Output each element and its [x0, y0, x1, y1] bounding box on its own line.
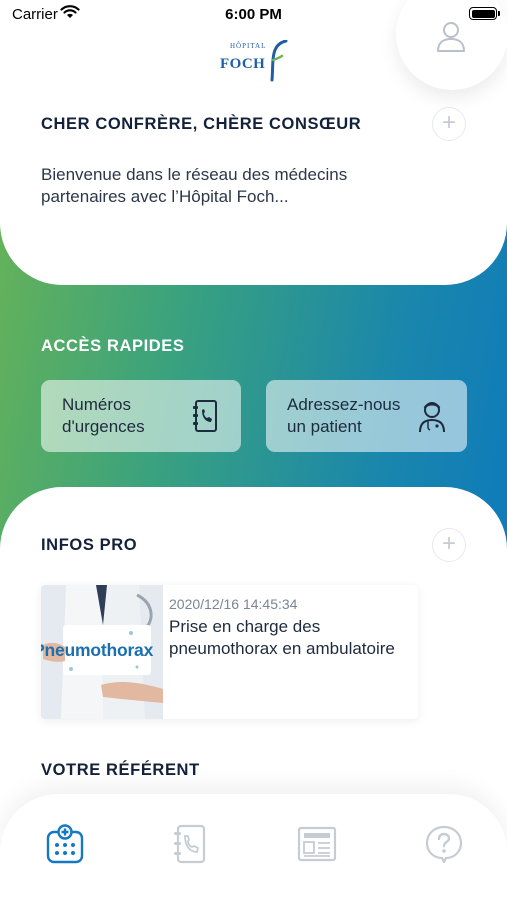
welcome-card: HÔPITAL FOCH CHER CONFRÈRE, CHÈRE CONSŒU…: [0, 0, 507, 285]
emergency-numbers-label: Numéros d'urgences: [62, 395, 145, 436]
phone-book-icon: [174, 824, 206, 864]
battery-icon: [469, 7, 500, 20]
logo-name: FOCH: [220, 56, 266, 72]
logo-f-swoosh-icon: [270, 40, 288, 82]
status-bar: Carrier 6:00 PM: [0, 0, 507, 28]
hospital-calendar-icon: [46, 824, 84, 864]
status-time: 6:00 PM: [225, 6, 282, 23]
doctor-icon: [419, 402, 445, 433]
news-title: Prise en charge des pneumothorax en ambu…: [169, 617, 395, 658]
phone-book-icon: [193, 400, 217, 432]
tab-phone-book[interactable]: [170, 824, 210, 864]
emergency-numbers-card[interactable]: Numéros d'urgences: [41, 380, 241, 452]
news-date: 2020/12/16 14:45:34: [169, 596, 298, 612]
news-icon: [297, 826, 337, 862]
refer-patient-card[interactable]: Adressez-nous un patient: [266, 380, 467, 452]
logo-small-text: HÔPITAL: [230, 42, 267, 50]
news-thumbnail-text: Pneumothorax: [41, 640, 154, 660]
referent-title: VOTRE RÉFÉRENT: [41, 761, 200, 779]
refer-patient-label: Adressez-nous un patient: [287, 395, 401, 436]
plus-icon: +: [441, 109, 456, 136]
plus-icon: +: [441, 530, 456, 557]
hospital-logo: HÔPITAL FOCH: [218, 40, 290, 82]
help-icon: [425, 825, 463, 864]
quick-access-title: ACCÈS RAPIDES: [41, 337, 185, 355]
tab-news[interactable]: [297, 824, 337, 864]
welcome-title: CHER CONFRÈRE, CHÈRE CONSŒUR: [41, 115, 362, 133]
infos-pro-expand-button[interactable]: +: [432, 528, 466, 562]
infos-pro-title: INFOS PRO: [41, 536, 138, 554]
tab-home[interactable]: [45, 824, 85, 864]
tab-help[interactable]: [424, 824, 464, 864]
news-thumbnail: Pneumothorax: [41, 585, 163, 719]
news-article-card[interactable]: Pneumothorax 2020/12/16 14:45:34 Prise e…: [41, 585, 418, 719]
welcome-text: Bienvenue dans le réseau des médecins pa…: [41, 165, 348, 206]
welcome-expand-button[interactable]: +: [432, 107, 466, 141]
tab-bar: [0, 794, 507, 900]
